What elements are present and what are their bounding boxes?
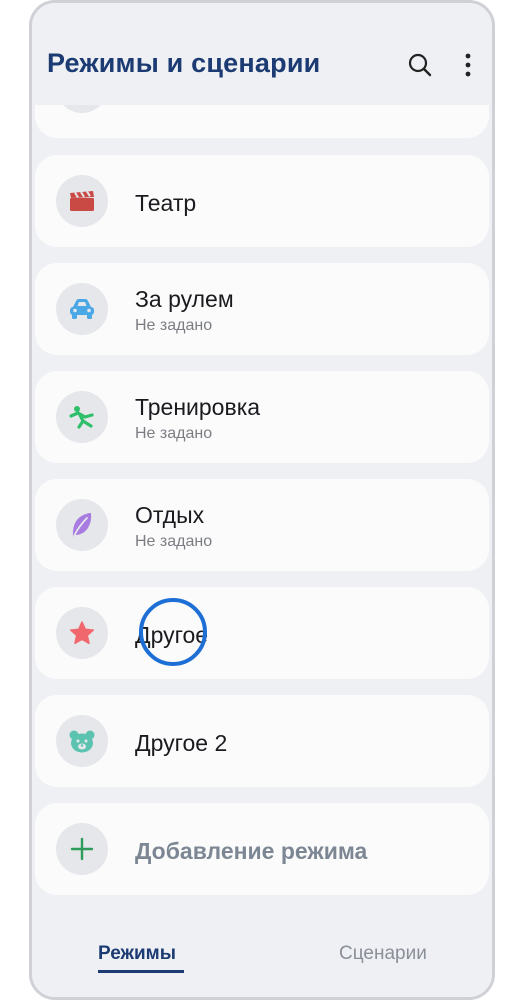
mode-item-theater[interactable]: Театр: [35, 155, 489, 247]
mode-icon-circle: [56, 105, 108, 113]
list-item-partial[interactable]: [35, 105, 489, 138]
leaf-icon: [56, 499, 108, 551]
running-person-icon: [56, 391, 108, 443]
bottom-navigation: Режимы Сценарии: [32, 907, 492, 997]
mode-title: Отдых: [135, 502, 205, 528]
mode-title: Театр: [135, 190, 197, 216]
mode-title: Тренировка: [135, 394, 261, 420]
add-mode-button[interactable]: Добавление режима: [35, 803, 489, 895]
plus-icon: [56, 823, 108, 875]
modes-list[interactable]: Театр За рулем Не задано Тренировка Не з…: [35, 105, 489, 907]
more-options-icon[interactable]: [454, 51, 482, 79]
search-icon[interactable]: [406, 51, 434, 79]
mode-item-other[interactable]: Другое: [35, 587, 489, 679]
theater-clapperboard-icon: [56, 175, 108, 227]
mode-title: За рулем: [135, 286, 234, 312]
phone-frame: Режимы и сценарии Театр За рулем Не зада…: [29, 0, 495, 1000]
car-icon: [56, 283, 108, 335]
mode-item-rest[interactable]: Отдых Не задано: [35, 479, 489, 571]
mode-status: Не задано: [135, 317, 213, 334]
tab-modes[interactable]: Режимы: [98, 943, 176, 965]
mode-title: Другое 2: [135, 730, 228, 756]
mode-status: Не задано: [135, 425, 213, 442]
page-title: Режимы и сценарии: [47, 48, 321, 78]
app-header: Режимы и сценарии: [32, 3, 492, 105]
active-tab-indicator: [98, 970, 184, 973]
tab-scenarios[interactable]: Сценарии: [339, 943, 427, 965]
mode-item-workout[interactable]: Тренировка Не задано: [35, 371, 489, 463]
mode-item-other-2[interactable]: Другое 2: [35, 695, 489, 787]
mode-status: Не задано: [135, 533, 213, 550]
tap-indicator: [139, 598, 207, 666]
mode-item-driving[interactable]: За рулем Не задано: [35, 263, 489, 355]
bear-face-icon: [56, 715, 108, 767]
star-icon: [56, 607, 108, 659]
add-mode-label: Добавление режима: [135, 838, 368, 864]
